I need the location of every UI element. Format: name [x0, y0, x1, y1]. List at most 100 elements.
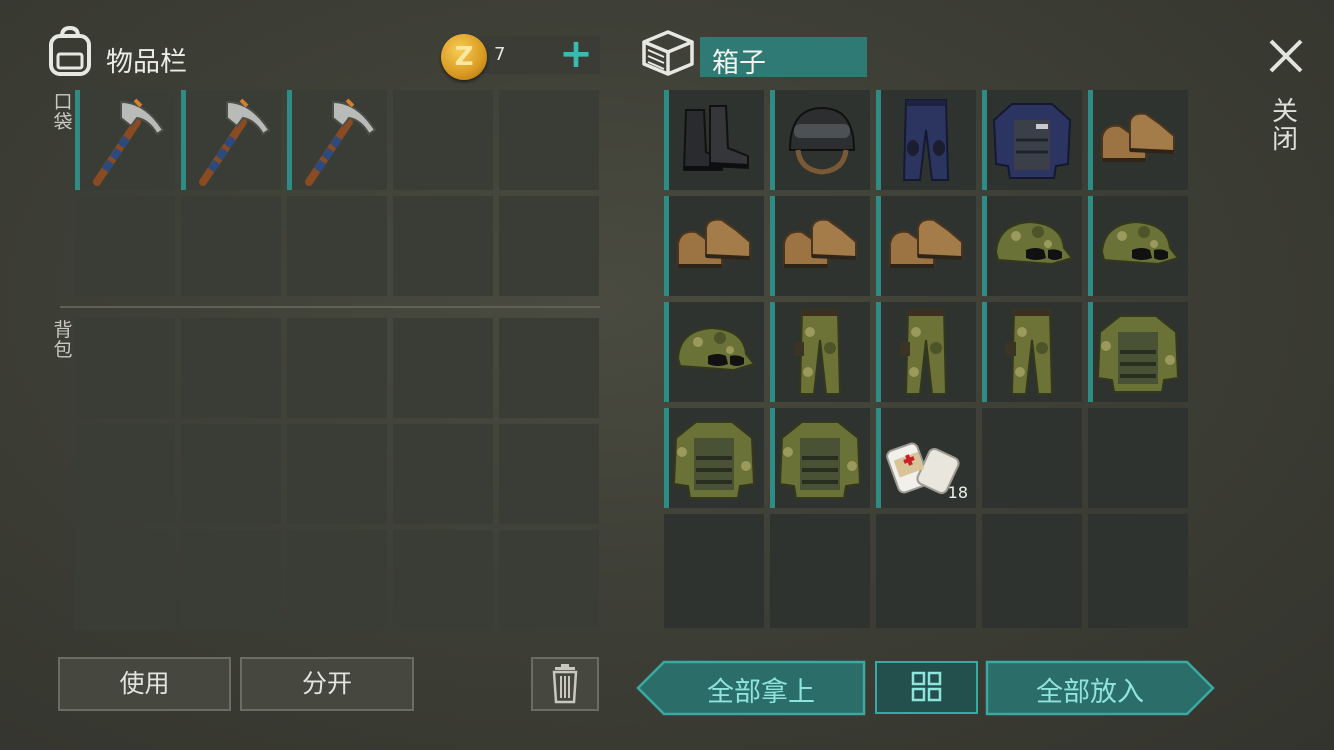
pocket-slot[interactable] — [75, 196, 175, 296]
black-boots-icon — [664, 90, 764, 190]
tan-boots-icon — [1088, 90, 1188, 190]
close-label[interactable]: 关闭 — [1270, 98, 1300, 154]
backpack-slot[interactable] — [393, 530, 493, 630]
durability-bar — [770, 408, 775, 508]
backpack-icon — [46, 26, 94, 76]
durability-bar — [876, 302, 881, 402]
box-slot[interactable] — [1088, 302, 1188, 402]
durability-bar — [1088, 302, 1093, 402]
box-slot[interactable] — [876, 90, 976, 190]
tan-boots-icon — [876, 196, 976, 296]
backpack-slot[interactable] — [181, 424, 281, 524]
pocket-slot[interactable] — [287, 196, 387, 296]
coin-icon: Z — [441, 34, 487, 80]
police-pants-icon — [876, 90, 976, 190]
tan-boots-icon — [770, 196, 870, 296]
camo-cap-icon — [664, 302, 764, 402]
box-slot[interactable] — [664, 514, 764, 614]
box-slot[interactable] — [770, 196, 870, 296]
sort-grid-button[interactable] — [875, 661, 978, 714]
box-slot[interactable] — [770, 302, 870, 402]
box-slot[interactable] — [770, 408, 870, 508]
backpack-slot[interactable] — [499, 318, 599, 418]
backpack-slot[interactable] — [499, 424, 599, 524]
backpack-slot[interactable] — [499, 530, 599, 630]
pocket-slot[interactable] — [287, 90, 387, 190]
box-slot[interactable] — [876, 514, 976, 614]
take-all-button[interactable]: 全部拿上 — [636, 660, 866, 716]
box-slot[interactable] — [664, 90, 764, 190]
durability-bar — [770, 302, 775, 402]
box-slot[interactable] — [1088, 408, 1188, 508]
box-slot[interactable] — [1088, 514, 1188, 614]
backpack-slot[interactable] — [393, 424, 493, 524]
box-slot[interactable] — [982, 90, 1082, 190]
box-slot[interactable] — [664, 302, 764, 402]
backpack-slot[interactable] — [75, 530, 175, 630]
durability-bar — [770, 90, 775, 190]
take-all-label: 全部拿上 — [707, 677, 815, 708]
pocket-slot[interactable] — [499, 90, 599, 190]
durability-bar — [982, 90, 987, 190]
pocket-slot[interactable] — [181, 196, 281, 296]
box-slot[interactable] — [664, 408, 764, 508]
durability-bar — [664, 196, 669, 296]
box-slot[interactable] — [876, 610, 976, 628]
camo-jacket-icon — [664, 408, 764, 508]
box-slot[interactable] — [770, 610, 870, 628]
split-button[interactable]: 分开 — [240, 657, 414, 711]
box-slot[interactable] — [982, 514, 1082, 614]
box-slot[interactable] — [770, 514, 870, 614]
inventory-title: 物品栏 — [106, 47, 187, 78]
coin-count: 7 — [494, 44, 506, 65]
durability-bar — [770, 196, 775, 296]
box-slot[interactable] — [1088, 196, 1188, 296]
box-slot[interactable] — [982, 196, 1082, 296]
backpack-slot[interactable] — [75, 318, 175, 418]
trash-button[interactable] — [531, 657, 599, 711]
box-slot[interactable] — [982, 408, 1082, 508]
use-button[interactable]: 使用 — [58, 657, 231, 711]
section-divider — [60, 306, 600, 308]
box-slot[interactable] — [770, 90, 870, 190]
pickaxe-icon — [75, 90, 175, 190]
box-slot[interactable] — [1088, 610, 1188, 628]
pocket-slot[interactable] — [393, 196, 493, 296]
box-slot[interactable] — [982, 610, 1082, 628]
close-icon[interactable] — [1266, 36, 1306, 76]
pocket-slot[interactable] — [393, 90, 493, 190]
backpack-slot[interactable] — [75, 424, 175, 524]
durability-bar — [75, 90, 80, 190]
camo-jacket-icon — [1088, 302, 1188, 402]
box-slot[interactable] — [876, 196, 976, 296]
box-slot[interactable] — [664, 610, 764, 628]
use-button-label: 使用 — [119, 669, 170, 698]
box-slot[interactable]: 18 — [876, 408, 976, 508]
military-helmet-icon — [770, 90, 870, 190]
backpack-slot[interactable] — [287, 424, 387, 524]
add-coins-button[interactable]: + — [556, 32, 596, 76]
camo-cap-icon — [1088, 196, 1188, 296]
backpack-slot[interactable] — [287, 318, 387, 418]
box-slot[interactable] — [1088, 90, 1188, 190]
camo-jacket-icon — [770, 408, 870, 508]
backpack-slot[interactable] — [287, 530, 387, 630]
put-all-button[interactable]: 全部放入 — [985, 660, 1215, 716]
backpack-label: 背包 — [53, 319, 73, 361]
durability-bar — [664, 408, 669, 508]
backpack-slot[interactable] — [393, 318, 493, 418]
pickaxe-icon — [181, 90, 281, 190]
pocket-slot[interactable] — [181, 90, 281, 190]
pocket-slot[interactable] — [75, 90, 175, 190]
box-slot[interactable] — [982, 302, 1082, 402]
backpack-slot[interactable] — [181, 530, 281, 630]
pockets-label: 口袋 — [53, 91, 73, 133]
pocket-slot[interactable] — [499, 196, 599, 296]
box-title: 箱子 — [712, 48, 766, 79]
backpack-slot[interactable] — [181, 318, 281, 418]
camo-cap-icon — [982, 196, 1082, 296]
box-slot[interactable] — [876, 302, 976, 402]
durability-bar — [181, 90, 186, 190]
durability-bar — [1088, 90, 1093, 190]
box-slot[interactable] — [664, 196, 764, 296]
